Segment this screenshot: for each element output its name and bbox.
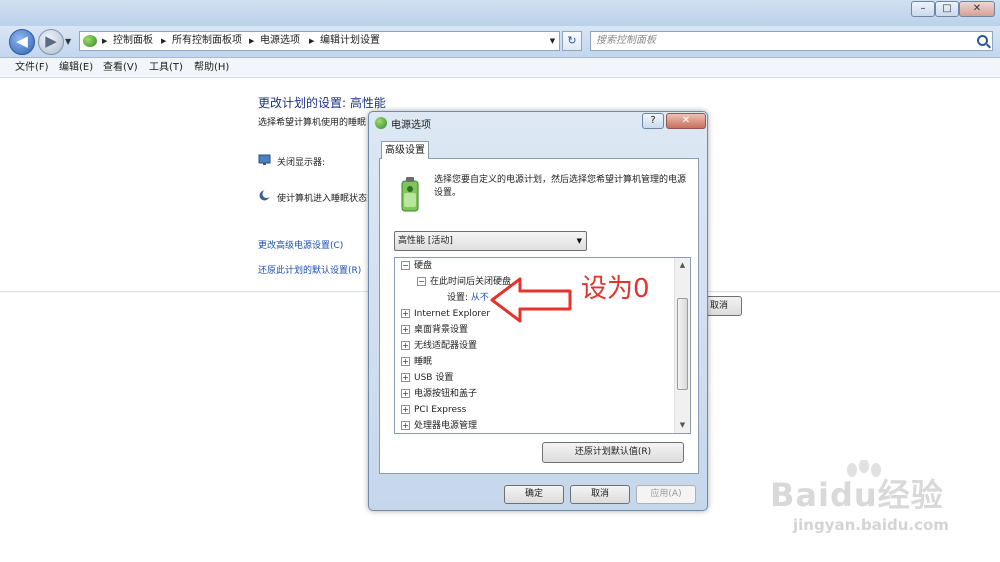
tree-item-label: PCI Express — [414, 405, 467, 415]
monitor-icon — [258, 154, 271, 165]
help-button[interactable]: ? — [642, 113, 664, 129]
tree-item-label: 桌面背景设置 — [414, 325, 469, 335]
expand-icon[interactable]: + — [401, 389, 410, 398]
expand-icon[interactable]: + — [401, 421, 410, 430]
setting-label: 设置: — [447, 293, 469, 303]
page-title: 更改计划的设置: 高性能 — [258, 96, 386, 110]
tree-item-usb[interactable]: + USB 设置 — [401, 370, 453, 386]
control-panel-icon — [83, 35, 97, 47]
watermark-url: jingyan.baidu.com — [793, 516, 949, 534]
collapse-icon[interactable]: − — [401, 261, 410, 270]
tree-item-label: 无线适配器设置 — [414, 341, 478, 351]
tree-item-label: USB 设置 — [414, 373, 454, 383]
menu-edit[interactable]: 编辑(E) — [59, 58, 93, 78]
breadcrumb-power-options[interactable]: 电源选项 — [260, 32, 300, 50]
recent-pages-dropdown-icon[interactable]: ▼ — [65, 36, 75, 48]
setting-value[interactable]: 从不 — [471, 293, 489, 303]
minimize-button[interactable]: – — [911, 1, 935, 17]
restore-plan-defaults-button[interactable]: 还原计划默认值(R) — [542, 442, 684, 463]
power-options-icon — [375, 117, 387, 129]
expand-icon[interactable]: + — [401, 309, 410, 318]
cancel-button[interactable]: 取消 — [570, 485, 630, 504]
ok-button[interactable]: 确定 — [504, 485, 564, 504]
breadcrumb-separator-icon[interactable]: ▶ — [309, 32, 314, 50]
collapse-icon[interactable]: − — [417, 277, 426, 286]
refresh-button[interactable]: ↻ — [562, 31, 582, 51]
dialog-title: 电源选项 — [391, 120, 431, 131]
tree-item-pci-express[interactable]: + PCI Express — [401, 402, 466, 418]
breadcrumb-separator-icon[interactable]: ▶ — [102, 32, 107, 50]
menu-file[interactable]: 文件(F) — [15, 58, 49, 78]
dialog-description: 选择您要自定义的电源计划，然后选择您希望计算机管理的电源设置。 — [434, 175, 687, 198]
tree-item-label: 电源按钮和盖子 — [414, 389, 478, 399]
dialog-close-button[interactable]: ✕ — [666, 113, 706, 129]
annotation-arrow-icon — [490, 277, 572, 323]
advanced-power-settings-link[interactable]: 更改高级电源设置(C) — [258, 238, 343, 251]
address-bar[interactable]: ▶ 控制面板 ▶ 所有控制面板项 ▶ 电源选项 ▶ 编辑计划设置 — [79, 31, 560, 51]
close-button[interactable]: ✕ — [959, 1, 995, 17]
menu-view[interactable]: 查看(V) — [103, 58, 138, 78]
breadcrumb-separator-icon[interactable]: ▶ — [161, 32, 166, 50]
scroll-thumb[interactable] — [677, 298, 688, 390]
display-off-label: 关闭显示器: — [277, 158, 326, 168]
expand-icon[interactable]: + — [401, 341, 410, 350]
search-input[interactable]: 搜索控制面板 — [590, 31, 993, 51]
address-dropdown-icon[interactable]: ▼ — [545, 31, 560, 51]
apply-button[interactable]: 应用(A) — [636, 485, 696, 504]
tab-advanced-settings[interactable]: 高级设置 — [381, 141, 429, 159]
expand-icon[interactable]: + — [401, 373, 410, 382]
menu-bar: 文件(F) 编辑(E) 查看(V) 工具(T) 帮助(H) — [0, 58, 1000, 78]
tree-item-label: 处理器电源管理 — [414, 421, 478, 431]
search-icon[interactable] — [977, 35, 988, 46]
moon-icon — [259, 190, 271, 201]
watermark-brand: Baidu经验 — [770, 476, 944, 514]
breadcrumb-control-panel[interactable]: 控制面板 — [113, 32, 153, 50]
scroll-down-icon[interactable]: ▼ — [675, 418, 690, 433]
menu-tools[interactable]: 工具(T) — [149, 58, 183, 78]
maximize-button[interactable]: □ — [935, 1, 959, 17]
tree-item-wireless-adapter[interactable]: + 无线适配器设置 — [401, 338, 477, 354]
power-plan-value: 高性能 [活动] — [398, 236, 453, 246]
tree-item-desktop-background[interactable]: + 桌面背景设置 — [401, 322, 468, 338]
restore-defaults-link[interactable]: 还原此计划的默认设置(R) — [258, 263, 361, 276]
power-plan-icon — [401, 177, 419, 212]
expand-icon[interactable]: + — [401, 405, 410, 414]
menu-help[interactable]: 帮助(H) — [194, 58, 229, 78]
tree-item-setting[interactable]: 设置: 从不 — [447, 290, 489, 306]
tree-item-processor[interactable]: + 处理器电源管理 — [401, 418, 478, 433]
breadcrumb-separator-icon[interactable]: ▶ — [249, 32, 254, 50]
tree-item-internet-explorer[interactable]: + Internet Explorer — [401, 306, 490, 322]
page-description: 选择希望计算机使用的睡眠 — [258, 118, 367, 128]
tree-scrollbar[interactable]: ▲ ▼ — [674, 258, 690, 433]
tree-item-sleep[interactable]: + 睡眠 — [401, 354, 432, 370]
sleep-label: 使计算机进入睡眠状态 — [277, 194, 368, 204]
expand-icon[interactable]: + — [401, 325, 410, 334]
tree-item-label: 硬盘 — [414, 261, 433, 271]
tree-item-label: 睡眠 — [414, 357, 433, 367]
chevron-down-icon: ▼ — [576, 237, 582, 245]
tree-item-power-buttons[interactable]: + 电源按钮和盖子 — [401, 386, 477, 402]
power-plan-select[interactable]: 高性能 [活动] ▼ — [394, 231, 587, 251]
breadcrumb-edit-plan[interactable]: 编辑计划设置 — [320, 32, 380, 50]
back-button[interactable]: ◀ — [9, 29, 35, 55]
search-placeholder: 搜索控制面板 — [596, 35, 656, 46]
forward-button[interactable]: ▶ — [38, 29, 64, 55]
breadcrumb-all-items[interactable]: 所有控制面板项 — [172, 32, 242, 50]
annotation-text: 设为0 — [581, 274, 650, 304]
tree-item-hard-disk[interactable]: − 硬盘 — [401, 258, 432, 274]
window-titlebar: – □ ✕ — [0, 0, 1000, 26]
scroll-up-icon[interactable]: ▲ — [675, 258, 690, 273]
tree-item-label: Internet Explorer — [414, 309, 491, 319]
expand-icon[interactable]: + — [401, 357, 410, 366]
